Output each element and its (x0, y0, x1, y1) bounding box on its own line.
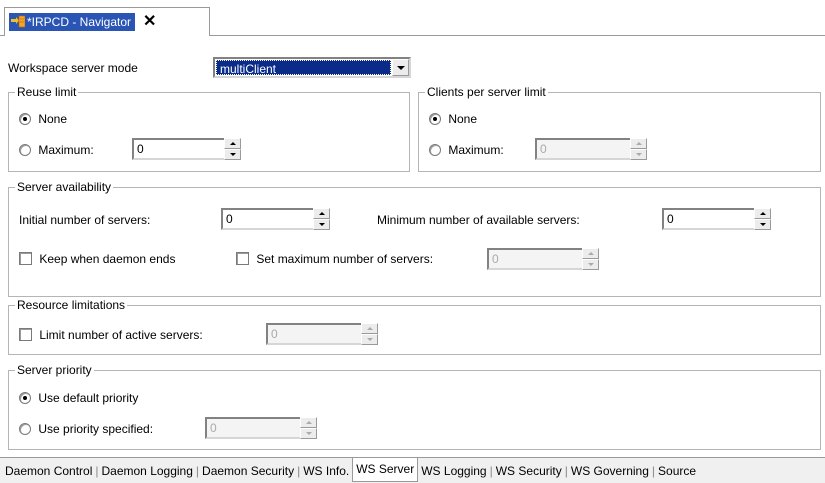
tab-daemon-control[interactable]: Daemon Control (2, 464, 95, 478)
spin-down-icon[interactable] (300, 428, 317, 439)
workspace-mode-label: Workspace server mode (8, 61, 138, 75)
reuse-maximum-label: Maximum: (38, 143, 94, 157)
default-priority-option[interactable]: Use default priority (19, 391, 138, 405)
navigator-window: *IRPCD - Navigator ✕ Workspace server mo… (0, 0, 825, 483)
clients-maximum-label: Maximum: (448, 143, 504, 157)
keep-when-daemon-ends-label: Keep when daemon ends (39, 252, 176, 266)
limit-active-servers-spinner[interactable]: 0 (266, 323, 378, 345)
server-availability-legend: Server availability (15, 180, 114, 194)
workspace-mode-select[interactable]: multiClient (213, 57, 411, 78)
ws-server-page: Workspace server mode multiClient Reuse … (0, 37, 825, 457)
spin-up-icon[interactable] (313, 208, 330, 219)
tab-daemon-security[interactable]: Daemon Security (199, 464, 297, 478)
spin-up-icon[interactable] (582, 248, 599, 259)
clients-maximum-option[interactable]: Maximum: (429, 143, 504, 157)
keep-when-daemon-ends-checkbox[interactable] (19, 252, 32, 265)
initial-servers-input[interactable]: 0 (221, 208, 313, 230)
chevron-down-icon[interactable] (392, 59, 409, 76)
default-priority-label: Use default priority (38, 391, 139, 405)
resource-limitations-legend: Resource limitations (15, 298, 128, 312)
resource-limitations-group: Resource limitations Limit number of act… (8, 298, 821, 355)
editor-tab[interactable]: *IRPCD - Navigator ✕ (4, 7, 210, 36)
spin-down-icon[interactable] (224, 149, 241, 160)
minimum-servers-input[interactable]: 0 (662, 208, 754, 230)
reuse-none-label: None (38, 112, 68, 126)
spin-down-icon[interactable] (630, 149, 647, 160)
server-availability-group: Server availability Initial number of se… (8, 180, 821, 297)
limit-active-servers-label: Limit number of active servers: (39, 328, 203, 342)
spin-down-icon[interactable] (361, 334, 378, 345)
specified-priority-input[interactable]: 0 (205, 417, 300, 439)
spin-up-icon[interactable] (630, 138, 647, 149)
spin-up-icon[interactable] (300, 417, 317, 428)
tab-daemon-logging[interactable]: Daemon Logging (99, 464, 196, 478)
set-max-servers-checkbox[interactable] (236, 252, 249, 265)
limit-active-servers-option[interactable]: Limit number of active servers: (19, 328, 203, 342)
editor-tab-label: *IRPCD - Navigator (27, 15, 132, 29)
navigator-icon (11, 15, 25, 28)
editor-tab-bar: *IRPCD - Navigator ✕ (0, 0, 825, 36)
limit-active-servers-input[interactable]: 0 (266, 323, 361, 345)
set-max-servers-input[interactable]: 0 (487, 248, 582, 270)
tab-ws-info[interactable]: WS Info. (300, 464, 352, 478)
tab-source[interactable]: Source (655, 464, 699, 478)
specified-priority-radio[interactable] (19, 423, 31, 435)
reuse-maximum-input[interactable]: 0 (132, 138, 224, 160)
clients-maximum-radio[interactable] (429, 144, 441, 156)
limit-active-servers-checkbox[interactable] (19, 328, 32, 341)
spin-up-icon[interactable] (754, 208, 771, 219)
server-priority-legend: Server priority (15, 363, 94, 377)
tab-ws-security[interactable]: WS Security (493, 464, 565, 478)
spin-down-icon[interactable] (582, 259, 599, 270)
initial-servers-spinner[interactable]: 0 (221, 208, 330, 230)
set-max-servers-label: Set maximum number of servers: (256, 252, 434, 266)
specified-priority-spinner[interactable]: 0 (205, 417, 317, 439)
editor-tab-title[interactable]: *IRPCD - Navigator (9, 13, 136, 31)
clients-none-option[interactable]: None (429, 112, 477, 126)
clients-maximum-input[interactable]: 0 (535, 138, 630, 160)
minimum-servers-spinner[interactable]: 0 (662, 208, 771, 230)
spin-up-icon[interactable] (361, 323, 378, 334)
close-icon[interactable]: ✕ (143, 14, 156, 30)
clients-maximum-spinner[interactable]: 0 (535, 138, 647, 160)
specified-priority-label: Use priority specified: (38, 422, 154, 436)
reuse-none-option[interactable]: None (19, 112, 67, 126)
clients-per-server-group: Clients per server limit None Maximum: 0 (418, 85, 821, 172)
minimum-servers-label: Minimum number of available servers: (377, 213, 580, 227)
set-max-servers-option[interactable]: Set maximum number of servers: (236, 252, 433, 266)
spin-up-icon[interactable] (224, 138, 241, 149)
clients-per-server-legend: Clients per server limit (425, 85, 548, 99)
reuse-maximum-option[interactable]: Maximum: (19, 143, 94, 157)
initial-servers-label: Initial number of servers: (19, 213, 151, 227)
default-priority-radio[interactable] (19, 392, 31, 404)
tab-ws-governing[interactable]: WS Governing (568, 464, 652, 478)
server-priority-group: Server priority Use default priority Use… (8, 363, 821, 450)
tab-ws-logging[interactable]: WS Logging (418, 464, 489, 478)
bottom-tab-bar: Daemon Control | Daemon Logging | Daemon… (0, 457, 825, 483)
reuse-none-radio[interactable] (19, 113, 31, 125)
set-max-servers-spinner[interactable]: 0 (487, 248, 599, 270)
keep-when-daemon-ends-option[interactable]: Keep when daemon ends (19, 252, 175, 266)
reuse-maximum-radio[interactable] (19, 144, 31, 156)
clients-none-radio[interactable] (429, 113, 441, 125)
spin-down-icon[interactable] (313, 219, 330, 230)
workspace-mode-value: multiClient (216, 60, 391, 76)
tab-ws-server[interactable]: WS Server (352, 458, 419, 482)
reuse-maximum-spinner[interactable]: 0 (132, 138, 241, 160)
spin-down-icon[interactable] (754, 219, 771, 230)
clients-none-label: None (448, 112, 478, 126)
reuse-limit-legend: Reuse limit (15, 85, 79, 99)
reuse-limit-group: Reuse limit None Maximum: 0 (8, 85, 410, 172)
specified-priority-option[interactable]: Use priority specified: (19, 422, 153, 436)
